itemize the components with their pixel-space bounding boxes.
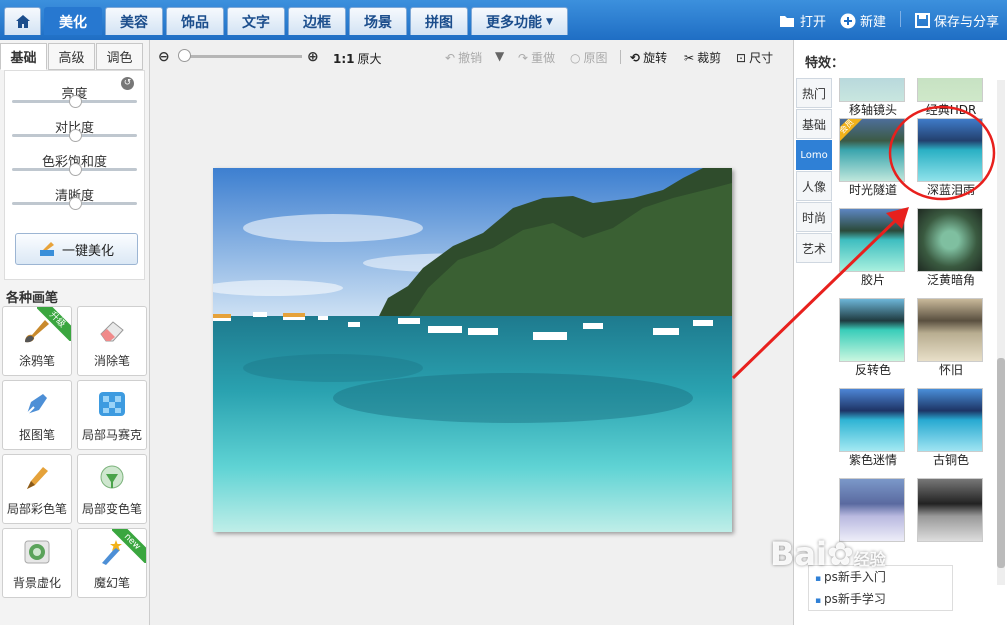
highlight-circle [888,105,996,201]
red-annotation [731,105,996,380]
annotation-arrow [731,216,900,380]
